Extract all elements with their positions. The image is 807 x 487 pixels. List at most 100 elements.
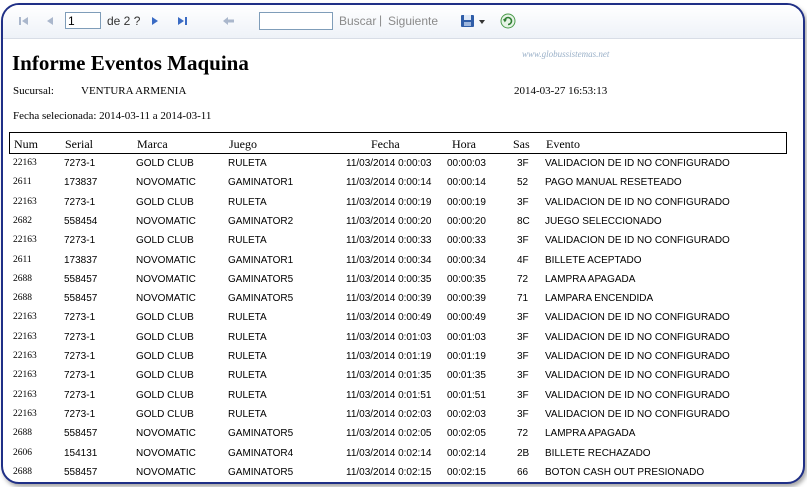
cell-num: 2688: [13, 466, 32, 477]
cell-evento: BILLETE RECHAZADO: [545, 447, 651, 459]
cell-hora: 00:00:14: [447, 177, 486, 189]
cell-marca: GOLD CLUB: [136, 235, 194, 247]
cell-marca: NOVOMATIC: [136, 177, 196, 189]
sucursal-value: VENTURA ARMENIA: [81, 85, 187, 97]
cell-sas: 3F: [517, 351, 529, 362]
page-number-input[interactable]: [65, 12, 101, 29]
cell-sas: 4F: [517, 254, 529, 266]
cell-serial: 7273-1: [64, 312, 96, 324]
cell-sas: 71: [517, 293, 529, 305]
cell-juego: RULETA: [228, 312, 267, 324]
export-icon[interactable]: [459, 13, 487, 29]
first-page-icon[interactable]: [17, 13, 31, 29]
cell-num: 2688: [13, 428, 32, 439]
cell-fecha: 11/03/2014 0:02:03: [346, 408, 432, 420]
page-count-label: de 2 ?: [107, 14, 141, 28]
cell-juego: RULETA: [228, 370, 267, 382]
column-header-sas: Sas: [513, 137, 530, 151]
cell-serial: 7273-1: [64, 351, 96, 362]
table-row: 22163 7273-1 GOLD CLUB RULETA 11/03/2014 0:0…: [3, 309, 803, 328]
cell-sas: 3F: [517, 312, 529, 324]
cell-juego: GAMINATOR1: [228, 254, 294, 266]
cell-fecha: 11/03/2014 0:01:03: [346, 331, 432, 343]
cell-marca: GOLD CLUB: [136, 389, 194, 401]
cell-juego: GAMINATOR1: [228, 177, 294, 189]
cell-num: 22163: [13, 196, 37, 207]
cell-sas: 8C: [517, 215, 530, 227]
cell-juego: RULETA: [228, 235, 267, 247]
back-to-parent-icon[interactable]: [221, 13, 237, 29]
cell-num: 2611: [13, 177, 32, 188]
cell-serial: 7273-1: [64, 158, 96, 169]
cell-num: 22163: [13, 312, 37, 323]
last-page-icon[interactable]: [175, 13, 191, 29]
cell-evento: LAMPRA APAGADA: [545, 428, 636, 440]
cell-hora: 00:01:19: [447, 351, 486, 362]
cell-juego: GAMINATOR5: [228, 428, 294, 440]
table-row: 22163 7273-1 GOLD CLUB RULETA 11/03/2014 0:0…: [3, 367, 803, 386]
cell-evento: VALIDACION DE ID NO CONFIGURADO: [545, 158, 730, 169]
sucursal-label: Sucursal:: [13, 85, 54, 97]
table-row: 2688 558457 NOVOMATIC GAMINATOR5 11/03/2014 …: [3, 290, 803, 309]
cell-fecha: 11/03/2014 0:02:05: [346, 428, 432, 440]
cell-hora: 00:00:20: [447, 215, 486, 227]
table-row: 22163 7273-1 GOLD CLUB RULETA 11/03/2014 0:0…: [3, 406, 803, 425]
cell-juego: GAMINATOR2: [228, 215, 294, 227]
cell-hora: 00:00:03: [447, 158, 486, 169]
cell-marca: NOVOMATIC: [136, 254, 196, 266]
fecha-selected-label: Fecha selecionada: 2014-03-11 a 2014-03-…: [13, 110, 212, 122]
cell-fecha: 11/03/2014 0:02:14: [346, 447, 432, 459]
table-row: 2682 558454 NOVOMATIC GAMINATOR2 11/03/2014 …: [3, 213, 803, 232]
cell-fecha: 11/03/2014 0:00:34: [346, 254, 432, 266]
cell-num: 2688: [13, 293, 32, 304]
cell-sas: 3F: [517, 389, 529, 401]
find-next-link[interactable]: Siguiente: [388, 14, 438, 28]
cell-fecha: 11/03/2014 0:02:15: [346, 466, 432, 478]
cell-hora: 00:01:35: [447, 370, 486, 382]
refresh-icon[interactable]: [500, 13, 516, 29]
table-row: 2611 173837 NOVOMATIC GAMINATOR1 11/03/2014 …: [3, 252, 803, 271]
cell-evento: VALIDACION DE ID NO CONFIGURADO: [545, 331, 730, 343]
cell-sas: 72: [517, 273, 529, 285]
cell-marca: GOLD CLUB: [136, 196, 194, 208]
find-link[interactable]: Buscar: [339, 14, 376, 28]
table-header: Num Serial Marca Juego Fecha Hora Sas Ev…: [9, 132, 787, 154]
cell-fecha: 11/03/2014 0:00:33: [346, 235, 432, 247]
table-row: 22163 7273-1 GOLD CLUB RULETA 11/03/2014 0:0…: [3, 348, 803, 367]
cell-evento: BOTON CASH OUT PRESIONADO: [545, 466, 705, 478]
cell-fecha: 11/03/2014 0:01:35: [346, 370, 432, 382]
cell-serial: 7273-1: [64, 196, 96, 208]
cell-hora: 00:00:33: [447, 235, 486, 247]
cell-evento: BILLETE ACEPTADO: [545, 254, 642, 266]
column-header-serial: Serial: [65, 137, 93, 151]
next-page-icon[interactable]: [148, 13, 162, 29]
report-viewer-frame: de 2 ? Buscar | Siguiente Informe Evento…: [1, 3, 805, 484]
cell-num: 2611: [13, 254, 32, 265]
cell-hora: 00:00:35: [447, 273, 486, 285]
cell-sas: 66: [517, 466, 529, 478]
cell-evento: VALIDACION DE ID NO CONFIGURADO: [545, 370, 730, 382]
cell-juego: RULETA: [228, 408, 267, 420]
cell-juego: RULETA: [228, 351, 267, 362]
cell-sas: 3F: [517, 158, 529, 169]
cell-num: 22163: [13, 331, 37, 342]
cell-juego: RULETA: [228, 389, 267, 401]
cell-fecha: 11/03/2014 0:00:49: [346, 312, 432, 324]
cell-marca: NOVOMATIC: [136, 293, 196, 305]
table-row: 22163 7273-1 GOLD CLUB RULETA 11/03/2014 0:0…: [3, 194, 803, 213]
cell-num: 2682: [13, 215, 32, 226]
cell-serial: 558454: [64, 215, 98, 227]
cell-num: 22163: [13, 408, 37, 419]
search-input[interactable]: [259, 12, 333, 30]
cell-juego: RULETA: [228, 196, 267, 208]
cell-fecha: 11/03/2014 0:00:19: [346, 196, 432, 208]
cell-serial: 173837: [64, 254, 98, 266]
cell-hora: 00:01:51: [447, 389, 486, 401]
previous-page-icon[interactable]: [43, 13, 57, 29]
cell-marca: NOVOMATIC: [136, 466, 196, 478]
column-header-fecha: Fecha: [371, 137, 400, 151]
cell-hora: 00:00:49: [447, 312, 486, 324]
column-header-num: Num: [14, 137, 38, 151]
cell-sas: 52: [517, 177, 529, 189]
column-header-juego: Juego: [229, 137, 257, 151]
